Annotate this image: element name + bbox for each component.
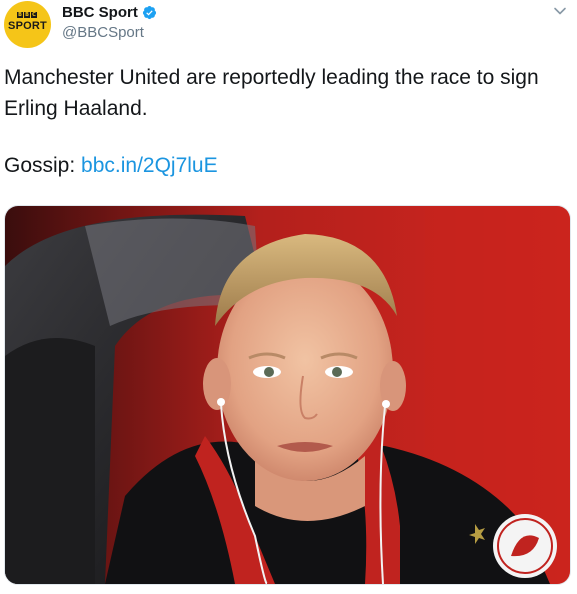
avatar[interactable]: B B C SPORT (4, 1, 51, 48)
gossip-label: Gossip: (4, 154, 82, 177)
bbc-logo: B B C (17, 12, 37, 18)
bbc-letter: B (17, 12, 23, 18)
tweet-body: Manchester United are reportedly leading… (4, 66, 539, 120)
bbc-letter: C (31, 12, 37, 18)
chevron-down-icon[interactable] (553, 4, 567, 18)
tweet-card: B B C SPORT BBC Sport @BBCSport Manchest… (0, 0, 577, 594)
handle[interactable]: @BBCSport (62, 24, 144, 41)
avatar-label: SPORT (8, 20, 47, 32)
tweet-photo[interactable] (4, 205, 571, 585)
gossip-line: Gossip: bbc.in/2Qj7luE (4, 150, 218, 181)
bbc-letter: B (24, 12, 30, 18)
display-name[interactable]: BBC Sport (62, 4, 138, 21)
tweet-header: B B C SPORT BBC Sport @BBCSport (0, 0, 577, 52)
tweet-text: Manchester United are reportedly leading… (4, 62, 569, 124)
player-photo (5, 206, 570, 584)
display-name-row[interactable]: BBC Sport (62, 4, 157, 21)
verified-badge-icon (142, 5, 156, 20)
tweet-link[interactable]: bbc.in/2Qj7luE (81, 154, 218, 177)
